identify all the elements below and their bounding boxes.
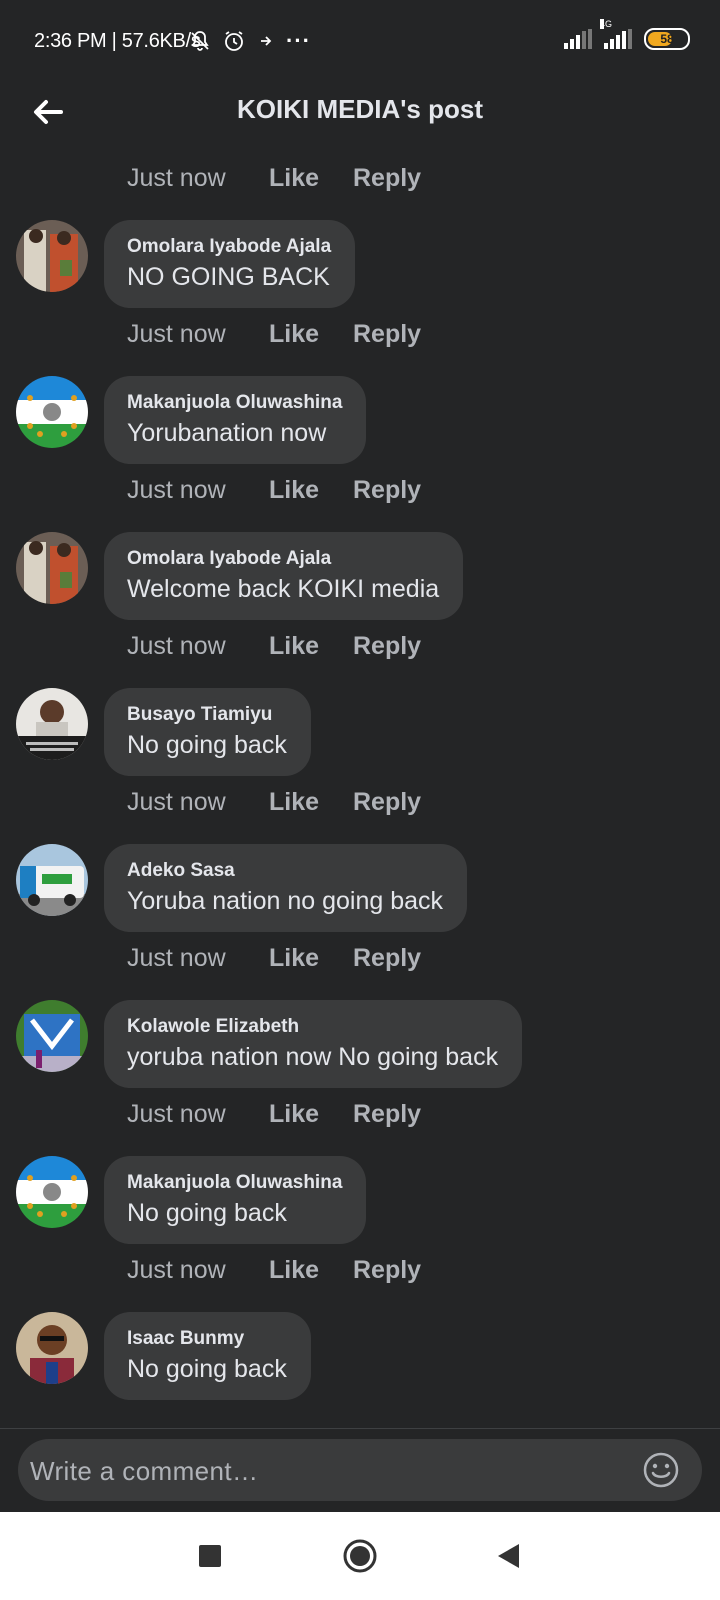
flag-emblem-icon — [16, 376, 88, 448]
comment-bubble[interactable]: Makanjuola Oluwashina No going back — [104, 1156, 367, 1244]
like-button[interactable]: Like — [269, 788, 353, 817]
comment-actions: Just now Like Reply — [127, 1256, 421, 1285]
status-right: 4G 58 — [564, 19, 690, 50]
avatar[interactable] — [16, 376, 88, 448]
avatar[interactable] — [16, 1312, 88, 1384]
comment-text: Yoruba nation no going back — [127, 887, 444, 915]
back-nav-button[interactable] — [486, 1534, 530, 1578]
comment-bubble[interactable]: Makanjuola Oluwashina Yorubanation now — [104, 376, 367, 464]
status-time-speed: 2:36 PM | 57.6KB/s — [34, 30, 201, 52]
comment-input[interactable]: Write a comment… — [18, 1439, 702, 1501]
comment-bubble[interactable]: Busayo Tiamiyu No going back — [104, 688, 311, 776]
comment-author[interactable]: Adeko Sasa — [127, 858, 443, 884]
comment-bubble[interactable]: Omolara Iyabode Ajala NO GOING BACK — [104, 220, 356, 308]
home-button[interactable] — [338, 1534, 382, 1578]
comment-actions: Just now Like Reply — [127, 1100, 421, 1129]
avatar[interactable] — [16, 220, 88, 292]
vehicle-photo-icon — [16, 844, 88, 916]
comment-author[interactable]: Makanjuola Oluwashina — [127, 1170, 342, 1196]
poster-photo-icon — [16, 1000, 88, 1072]
header: KOIKI MEDIA's post — [0, 84, 720, 140]
profile-photo-icon — [16, 532, 88, 604]
comment-actions: Just now Like Reply — [127, 788, 421, 817]
avatar[interactable] — [16, 1000, 88, 1072]
system-nav-bar — [0, 1512, 720, 1600]
page-title: KOIKI MEDIA's post — [237, 94, 483, 124]
home-circle-icon — [343, 1539, 377, 1573]
comment-author[interactable]: Isaac Bunmy — [127, 1326, 287, 1352]
comment-time: Just now — [127, 1256, 226, 1284]
mute-notification-icon — [191, 31, 209, 51]
avatar[interactable] — [16, 688, 88, 760]
comment-actions: Just now Like Reply — [127, 164, 421, 193]
comment-time: Just now — [127, 476, 226, 504]
comment-author[interactable]: Omolara Iyabode Ajala — [127, 234, 331, 260]
comment-input-placeholder: Write a comment… — [30, 1456, 259, 1486]
reply-button[interactable]: Reply — [353, 164, 421, 193]
comment-text: No going back — [127, 1355, 287, 1383]
reply-button[interactable]: Reply — [353, 1256, 421, 1285]
comment-feed[interactable]: Just now Like Reply Omolara Iyabode Ajal… — [0, 140, 720, 1428]
comment-time: Just now — [127, 1100, 226, 1128]
comment-actions: Just now Like Reply — [127, 476, 421, 505]
composer-bar: Write a comment… — [0, 1428, 720, 1513]
status-icons: ··· — [188, 28, 311, 54]
data-saver-icon — [261, 36, 272, 46]
status-bar: 2:36 PM | 57.6KB/s ··· 4G 58 — [0, 0, 720, 84]
profile-photo-icon — [16, 1312, 88, 1384]
profile-photo-icon — [16, 220, 88, 292]
more-notifications-icon: ··· — [286, 28, 311, 53]
comment-bubble[interactable]: Kolawole Elizabeth yoruba nation now No … — [104, 1000, 523, 1088]
emoji-icon[interactable] — [642, 1451, 680, 1489]
comment-bubble[interactable]: Adeko Sasa Yoruba nation no going back — [104, 844, 468, 932]
reply-button[interactable]: Reply — [353, 476, 421, 505]
reply-button[interactable]: Reply — [353, 788, 421, 817]
battery-icon: 58 — [644, 28, 690, 50]
like-button[interactable]: Like — [269, 1256, 353, 1285]
like-button[interactable]: Like — [269, 164, 353, 193]
reply-button[interactable]: Reply — [353, 1100, 421, 1129]
comment-time: Just now — [127, 944, 226, 972]
network-label: 4G — [600, 19, 613, 29]
comment-author[interactable]: Kolawole Elizabeth — [127, 1014, 498, 1040]
signal-4g-icon: 4G — [600, 19, 632, 49]
reply-button[interactable]: Reply — [353, 944, 421, 973]
comment-text: No going back — [127, 1199, 287, 1227]
comment-time: Just now — [127, 788, 226, 816]
comment-time: Just now — [127, 164, 226, 192]
like-button[interactable]: Like — [269, 320, 353, 349]
comment-text: yoruba nation now No going back — [127, 1043, 499, 1071]
comment-bubble[interactable]: Isaac Bunmy No going back — [104, 1312, 311, 1400]
battery-level: 58 — [660, 32, 674, 46]
reply-button[interactable]: Reply — [353, 632, 421, 661]
comment-bubble[interactable]: Omolara Iyabode Ajala Welcome back KOIKI… — [104, 532, 464, 620]
comment-time: Just now — [127, 632, 226, 660]
flag-emblem-icon — [16, 1156, 88, 1228]
signal-icon — [564, 29, 592, 49]
recent-apps-button[interactable] — [188, 1534, 232, 1578]
comment-text: No going back — [127, 731, 287, 759]
comment-actions: Just now Like Reply — [127, 944, 421, 973]
comment-actions: Just now Like Reply — [127, 320, 421, 349]
like-button[interactable]: Like — [269, 944, 353, 973]
comment-time: Just now — [127, 320, 226, 348]
avatar[interactable] — [16, 844, 88, 916]
comment-text: Yorubanation now — [127, 419, 327, 447]
comment-author[interactable]: Omolara Iyabode Ajala — [127, 546, 439, 572]
comment-author[interactable]: Busayo Tiamiyu — [127, 702, 287, 728]
profile-photo-icon — [16, 688, 88, 760]
comment-actions: Just now Like Reply — [127, 632, 421, 661]
comment-text: Welcome back KOIKI media — [127, 575, 440, 603]
like-button[interactable]: Like — [269, 632, 353, 661]
square-icon — [199, 1545, 221, 1567]
like-button[interactable]: Like — [269, 476, 353, 505]
avatar[interactable] — [16, 532, 88, 604]
reply-button[interactable]: Reply — [353, 320, 421, 349]
back-triangle-icon — [498, 1544, 519, 1568]
comment-text: NO GOING BACK — [127, 263, 330, 291]
comment-author[interactable]: Makanjuola Oluwashina — [127, 390, 342, 416]
alarm-icon — [225, 31, 243, 51]
like-button[interactable]: Like — [269, 1100, 353, 1129]
avatar[interactable] — [16, 1156, 88, 1228]
